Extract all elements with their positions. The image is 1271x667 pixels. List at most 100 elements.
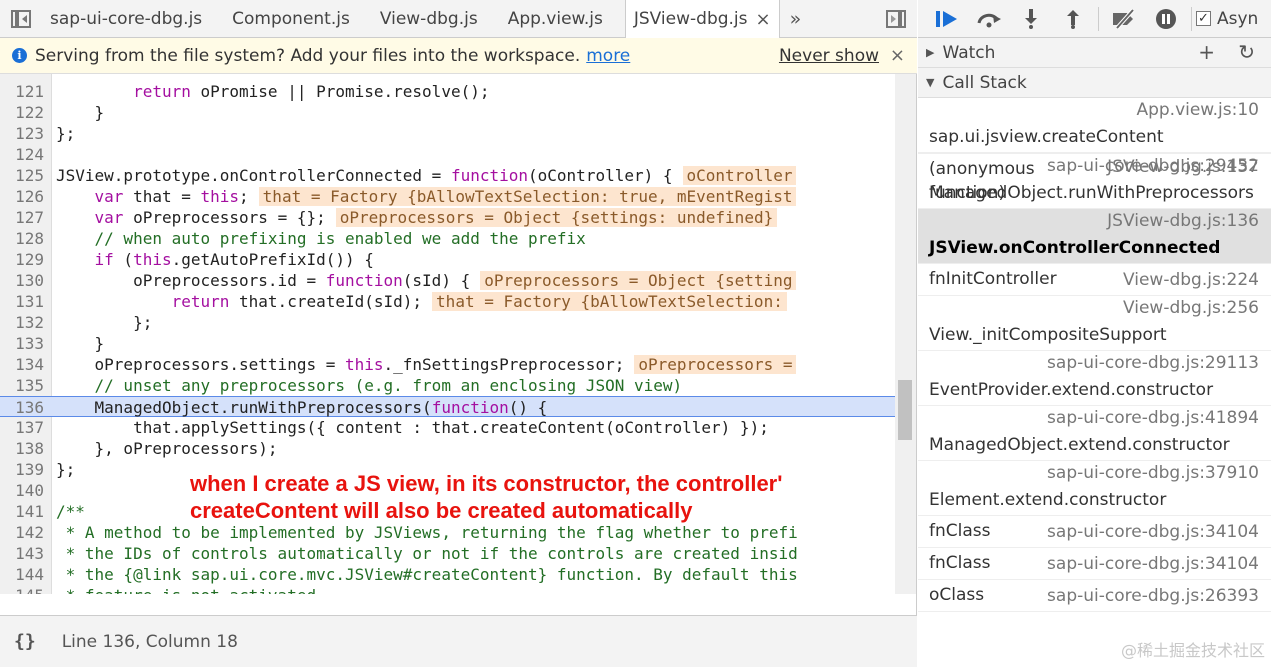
call-frame-location[interactable]: View-dbg.js:224 <box>1123 270 1259 290</box>
toolbar-separator <box>1098 6 1099 31</box>
line-number[interactable]: 131 <box>0 291 44 312</box>
code-line[interactable]: 125 JSView.prototype.onControllerConnecte… <box>0 165 895 186</box>
code-line[interactable]: 128 // when auto prefixing is enabled we… <box>0 228 895 249</box>
call-frame-location[interactable]: sap-ui-core-dbg.js:41894 <box>1047 408 1259 428</box>
line-number[interactable]: 135 <box>0 375 44 396</box>
line-number[interactable]: 139 <box>0 459 44 480</box>
line-number[interactable]: 127 <box>0 207 44 228</box>
line-number[interactable]: 123 <box>0 123 44 144</box>
step-over-icon[interactable] <box>968 0 1010 38</box>
code-line[interactable]: 132 }; <box>0 312 895 333</box>
line-number[interactable]: 137 <box>0 417 44 438</box>
line-number[interactable]: 129 <box>0 249 44 270</box>
code-line[interactable]: 130 oPreprocessors.id = function(sId) {o… <box>0 270 895 291</box>
refresh-icon[interactable]: ↻ <box>1238 40 1255 64</box>
tab-app-view-js[interactable]: App.view.js <box>500 0 625 37</box>
code-line[interactable]: 144 * the {@link sap.ui.core.mvc.JSView#… <box>0 564 895 585</box>
code-line[interactable]: 142 * A method to be implemented by JSVi… <box>0 522 895 543</box>
call-frame-location[interactable]: sap-ui-core-dbg.js:29452 <box>1047 156 1259 176</box>
pause-on-exceptions-icon[interactable] <box>1145 0 1187 38</box>
call-frame[interactable]: fnClass sap-ui-core-dbg.js:34104 <box>918 548 1271 580</box>
tab-jsview-dbg-js[interactable]: JSView-dbg.js × <box>624 0 780 38</box>
line-number[interactable]: 122 <box>0 102 44 123</box>
expand-triangle-icon: ▶ <box>926 46 935 59</box>
call-frame[interactable]: View._initCompositeSupport View-dbg.js:25… <box>918 296 1271 351</box>
vertical-scrollbar[interactable] <box>895 74 916 594</box>
line-number[interactable]: 141 <box>0 501 44 522</box>
never-show-link[interactable]: Never show <box>779 46 879 66</box>
add-expression-icon[interactable]: + <box>1198 40 1215 64</box>
call-frame-location[interactable]: sap-ui-core-dbg.js:26393 <box>1047 586 1259 606</box>
line-number[interactable]: 143 <box>0 543 44 564</box>
call-frame[interactable]: Element.extend.constructor sap-ui-core-db… <box>918 461 1271 516</box>
call-frame-location[interactable]: sap-ui-core-dbg.js:37910 <box>1047 463 1259 483</box>
code-line[interactable]: 138 }, oPreprocessors); <box>0 438 895 459</box>
close-icon[interactable]: × <box>890 45 905 66</box>
line-number[interactable]: 138 <box>0 438 44 459</box>
code-line[interactable]: 129 if (this.getAutoPrefixId()) { <box>0 249 895 270</box>
line-number[interactable]: 140 <box>0 480 44 501</box>
line-number[interactable]: 142 <box>0 522 44 543</box>
code-line[interactable]: 127 var oPreprocessors = {}; oPreprocesso… <box>0 207 895 228</box>
code-line[interactable]: 133 } <box>0 333 895 354</box>
code-text: }; <box>56 460 76 479</box>
vertical-scroll-thumb[interactable] <box>898 380 912 440</box>
line-number[interactable]: 134 <box>0 354 44 375</box>
code-line[interactable]: 136 ManagedObject.runWithPreprocessors(f… <box>0 396 895 417</box>
resume-icon[interactable] <box>926 0 968 38</box>
call-frame[interactable]: JSView.onControllerConnected JSView-dbg.j… <box>918 209 1271 264</box>
tab-close-icon[interactable]: × <box>756 9 771 30</box>
line-number[interactable]: 121 <box>0 81 44 102</box>
call-frame[interactable]: oClass sap-ui-core-dbg.js:26393 <box>918 580 1271 612</box>
code-line[interactable]: 122 } <box>0 102 895 123</box>
line-number[interactable]: 136 <box>0 397 44 418</box>
watch-section-header[interactable]: ▶ Watch + ↻ <box>918 38 1271 68</box>
code-line[interactable]: 131 return that.createId(sId); that = Fac… <box>0 291 895 312</box>
call-frame[interactable]: ManagedObject.runWithPreprocessors sap-ui… <box>918 154 1271 209</box>
toggle-navigator-icon[interactable] <box>0 0 42 37</box>
pretty-print-icon[interactable]: {} <box>14 631 36 652</box>
call-frame-location[interactable]: sap-ui-core-dbg.js:34104 <box>1047 522 1259 542</box>
code-line[interactable]: 143 * the IDs of controls automatically … <box>0 543 895 564</box>
code-line[interactable]: 126 var that = this; that = Factory {bAll… <box>0 186 895 207</box>
code-line[interactable]: 135 // unset any preprocessors (e.g. fro… <box>0 375 895 396</box>
call-frame-location[interactable]: sap-ui-core-dbg.js:29113 <box>1047 353 1259 373</box>
deactivate-breakpoints-icon[interactable] <box>1103 0 1145 38</box>
call-frame-function: Element.extend.constructor <box>929 490 1167 510</box>
code-line[interactable]: 123}; <box>0 123 895 144</box>
line-number[interactable]: 124 <box>0 144 44 165</box>
call-frame-location[interactable]: JSView-dbg.js:136 <box>1107 211 1259 231</box>
line-number[interactable]: 126 <box>0 186 44 207</box>
toggle-debugger-icon[interactable] <box>875 0 917 37</box>
call-frame[interactable]: fnInitController View-dbg.js:224 <box>918 264 1271 296</box>
call-stack-section-header[interactable]: ▼ Call Stack <box>918 68 1271 98</box>
more-tabs-button[interactable]: » <box>780 0 812 37</box>
line-number[interactable]: 130 <box>0 270 44 291</box>
call-frame[interactable]: fnClass sap-ui-core-dbg.js:34104 <box>918 516 1271 548</box>
code-line[interactable]: 121 return oPromise || Promise.resolve()… <box>0 81 895 102</box>
line-number[interactable]: 125 <box>0 165 44 186</box>
step-out-icon[interactable] <box>1052 0 1094 38</box>
line-number[interactable]: 144 <box>0 564 44 585</box>
tab-view-dbg-js[interactable]: View-dbg.js <box>372 0 500 37</box>
tab-sap-ui-core-dbg-js[interactable]: sap-ui-core-dbg.js <box>42 0 224 37</box>
code-line[interactable]: 145 * feature is not activated. <box>0 585 895 594</box>
step-into-icon[interactable] <box>1010 0 1052 38</box>
line-number[interactable]: 128 <box>0 228 44 249</box>
code-line[interactable]: 124 <box>0 144 895 165</box>
call-frame[interactable]: EventProvider.extend.constructor sap-ui-c… <box>918 351 1271 406</box>
call-frame-location[interactable]: sap-ui-core-dbg.js:34104 <box>1047 554 1259 574</box>
async-checkbox[interactable]: ✓ <box>1196 11 1211 26</box>
code-line[interactable]: 137 that.applySettings({ content : that.… <box>0 417 895 438</box>
debugger-sidebar: ✓ Asyn ▶ Watch + ↻ ▼ Call Stack sap.ui.j… <box>918 0 1271 667</box>
call-frame[interactable]: ManagedObject.extend.constructor sap-ui-c… <box>918 406 1271 461</box>
more-link[interactable]: more <box>586 46 630 66</box>
call-frame-location[interactable]: App.view.js:10 <box>1136 100 1259 120</box>
line-number[interactable]: 145 <box>0 585 44 594</box>
call-frame[interactable]: sap.ui.jsview.createContent App.view.js:1… <box>918 98 1271 153</box>
line-number[interactable]: 132 <box>0 312 44 333</box>
call-frame-location[interactable]: View-dbg.js:256 <box>1123 298 1259 318</box>
line-number[interactable]: 133 <box>0 333 44 354</box>
code-line[interactable]: 134 oPreprocessors.settings = this._fnSe… <box>0 354 895 375</box>
tab-component-js[interactable]: Component.js <box>224 0 372 37</box>
